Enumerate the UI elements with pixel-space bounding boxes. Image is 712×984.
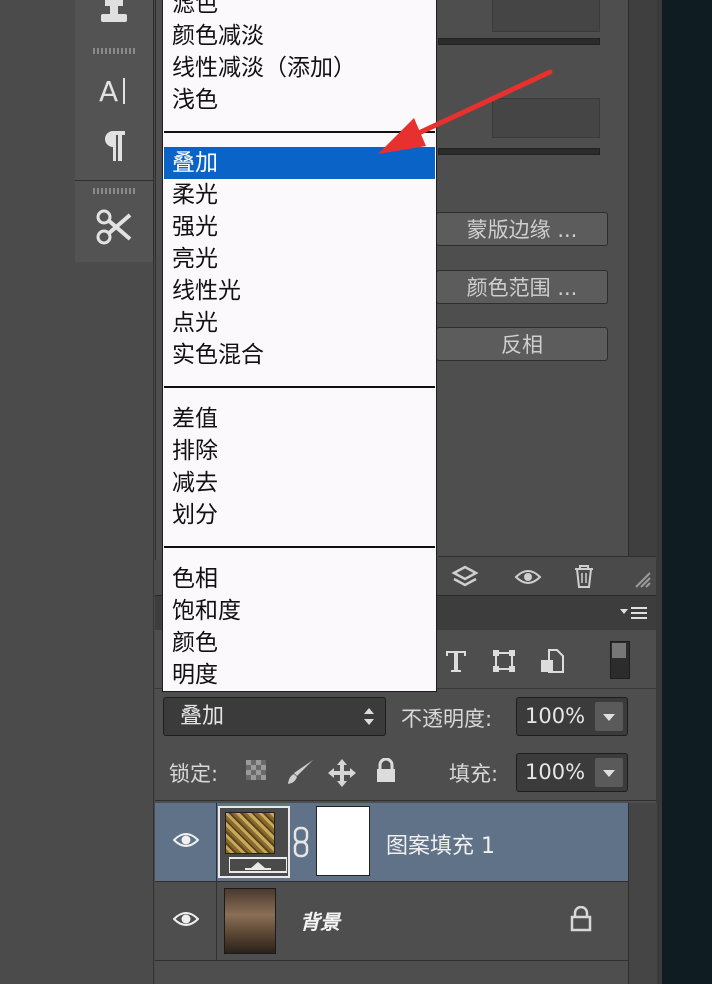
visibility-eye-icon[interactable] (172, 910, 201, 930)
blend-mode-value: 叠加 (180, 704, 225, 729)
tools-panel: A (75, 0, 154, 262)
app-left-area (0, 0, 75, 984)
shape-filter-icon[interactable] (491, 648, 517, 674)
type-tool-icon[interactable]: A (75, 66, 153, 116)
menu-item-vivid-light[interactable]: 亮光 (164, 243, 435, 275)
opacity-value[interactable]: 100% (525, 698, 593, 735)
fill-label: 填充: (449, 762, 499, 786)
stamp-tool-icon[interactable] (75, 0, 153, 36)
menu-item-difference[interactable]: 差值 (164, 403, 435, 435)
opacity-dropdown-icon[interactable] (595, 702, 623, 731)
menu-item-hard-light[interactable]: 强光 (164, 211, 435, 243)
layer-lock-icon (570, 905, 592, 932)
menu-item-exclusion[interactable]: 排除 (164, 435, 435, 467)
lock-label: 锁定: (169, 762, 219, 786)
visibility-eye-icon[interactable] (172, 831, 201, 851)
mask-link-chain-icon[interactable] (292, 826, 310, 858)
layer-mask-thumbnail[interactable] (316, 806, 370, 876)
properties-footer (438, 556, 656, 595)
pattern-texture (225, 812, 275, 854)
svg-text:A: A (99, 75, 118, 108)
tools-panel-empty (75, 262, 154, 984)
resize-grip-icon[interactable] (634, 571, 652, 589)
layer-name[interactable]: 图案填充 1 (386, 828, 495, 860)
mask-edge-button[interactable]: 蒙版边缘 ... (436, 212, 608, 246)
load-selection-icon[interactable] (450, 565, 480, 589)
blend-mode-select[interactable]: 叠加 (163, 697, 386, 736)
smart-object-filter-icon[interactable] (539, 648, 565, 674)
opacity-field[interactable]: 100% (516, 697, 628, 736)
menu-item-soft-light[interactable]: 柔光 (164, 179, 435, 211)
menu-separator (164, 546, 435, 548)
tool-group-grip[interactable] (93, 188, 135, 194)
menu-item-divide[interactable]: 划分 (164, 499, 435, 531)
lock-position-move-icon[interactable] (327, 758, 356, 787)
select-arrows-icon (363, 698, 375, 737)
menu-item-saturation[interactable]: 饱和度 (164, 595, 435, 627)
density-slider[interactable] (438, 38, 600, 45)
menu-item-screen[interactable]: 滤色 (164, 0, 435, 20)
background-thumbnail[interactable] (224, 888, 276, 954)
row-divider (216, 882, 217, 960)
properties-scrollbar[interactable] (628, 0, 657, 560)
density-field[interactable] (492, 0, 600, 32)
menu-item-hue[interactable]: 色相 (164, 563, 435, 595)
layers-scrollbar[interactable] (628, 803, 657, 984)
visibility-eye-icon[interactable] (514, 567, 542, 587)
menu-item-linear-light[interactable]: 线性光 (164, 275, 435, 307)
menu-separator (164, 386, 435, 388)
fill-dropdown-icon[interactable] (595, 758, 623, 787)
color-range-button[interactable]: 颜色范围 ... (436, 270, 608, 304)
lock-transparency-icon[interactable] (244, 758, 272, 786)
layer-name[interactable]: 背景 (300, 906, 340, 935)
menu-item-pin-light[interactable]: 点光 (164, 307, 435, 339)
invert-button[interactable]: 反相 (436, 327, 608, 361)
lock-pixels-brush-icon[interactable] (285, 758, 313, 786)
annotation-arrow-icon (378, 69, 553, 154)
panel-menu-icon[interactable] (618, 606, 648, 622)
menu-item-subtract[interactable]: 减去 (164, 467, 435, 499)
fill-layer-icon (228, 855, 288, 873)
paragraph-icon[interactable] (75, 120, 153, 170)
row-divider (216, 803, 217, 881)
filter-toggle-knob (612, 643, 626, 658)
fill-value[interactable]: 100% (525, 754, 593, 791)
menu-item-luminosity[interactable]: 明度 (164, 659, 435, 691)
menu-item-hard-mix[interactable]: 实色混合 (164, 339, 435, 371)
tools-scissors-icon[interactable] (75, 202, 153, 252)
opacity-label: 不透明度: (401, 707, 493, 731)
canvas-background (662, 0, 712, 984)
lock-all-icon[interactable] (375, 757, 403, 786)
type-filter-icon[interactable] (443, 648, 469, 674)
tool-group-grip[interactable] (93, 48, 135, 54)
menu-item-color[interactable]: 颜色 (164, 627, 435, 659)
menu-item-color-dodge[interactable]: 颜色减淡 (164, 20, 435, 52)
fill-field[interactable]: 100% (516, 753, 628, 792)
trash-icon[interactable] (572, 563, 596, 589)
